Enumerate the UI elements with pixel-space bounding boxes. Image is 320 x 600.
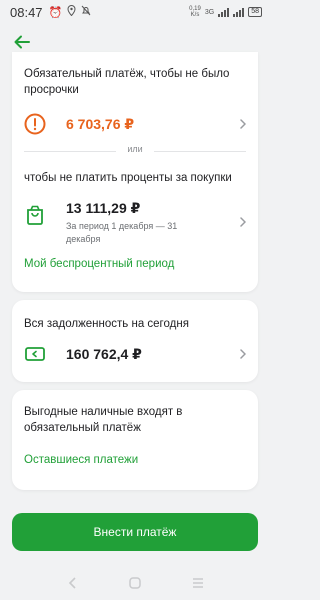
chevron-right-icon bbox=[240, 349, 246, 359]
signal-icon-2 bbox=[233, 7, 245, 17]
mandatory-payment-text: Обязательный платёж, чтобы не было проср… bbox=[24, 68, 230, 96]
payment-options-card: Обязательный платёж, чтобы не было проср… bbox=[12, 52, 258, 292]
card-icon bbox=[24, 343, 46, 365]
chevron-right-icon bbox=[240, 119, 246, 129]
cash-withdrawal-card: Выгодные наличные входят в обязательный … bbox=[12, 390, 258, 490]
total-debt-amount: 160 762,4 ₽ bbox=[66, 345, 142, 362]
total-debt-label: Вся задолженность на сегодня bbox=[24, 318, 189, 330]
nav-home-icon bbox=[129, 577, 141, 589]
mandatory-payment-row[interactable]: 6 703,76 ₽ bbox=[12, 104, 258, 144]
divider-right bbox=[154, 151, 246, 152]
warning-icon bbox=[24, 113, 46, 135]
nav-back-icon bbox=[68, 577, 76, 589]
or-divider-label: или bbox=[127, 144, 143, 154]
status-bar: 08:47 ⏰ 0,19 K/s 3G 58 bbox=[0, 0, 270, 24]
arrow-left-icon bbox=[14, 35, 30, 49]
interest-free-text: чтобы не платить проценты за покупки bbox=[24, 172, 232, 184]
signal-icon bbox=[218, 7, 230, 17]
nav-back-button[interactable] bbox=[62, 573, 82, 593]
mandatory-payment-amount: 6 703,76 ₽ bbox=[66, 115, 135, 132]
remaining-payments-link[interactable]: Оставшиеся платежи bbox=[24, 454, 138, 466]
total-debt-card: Вся задолженность на сегодня 160 762,4 ₽ bbox=[12, 300, 258, 382]
back-button[interactable] bbox=[10, 30, 34, 54]
make-payment-button[interactable]: Внести платёж bbox=[12, 513, 258, 551]
cash-info-text: Выгодные наличные входят в обязательный … bbox=[24, 406, 183, 434]
shopping-bag-icon bbox=[24, 204, 46, 226]
total-debt-row[interactable]: 160 762,4 ₽ bbox=[12, 334, 258, 374]
nav-menu-icon bbox=[193, 578, 204, 588]
interest-period-text: За период 1 декабря — 31 декабря bbox=[66, 221, 178, 244]
battery-indicator: 58 bbox=[248, 7, 262, 17]
chevron-right-icon bbox=[240, 217, 246, 227]
location-icon bbox=[67, 4, 76, 19]
nav-home-button[interactable] bbox=[125, 573, 145, 593]
interest-free-amount: 13 111,29 ₽ bbox=[66, 200, 141, 216]
network-speed: 0,19 K/s bbox=[189, 6, 201, 18]
nav-menu-button[interactable] bbox=[188, 573, 208, 593]
grace-period-link[interactable]: Мой беспроцентный период bbox=[24, 258, 174, 270]
interest-free-payment-row[interactable]: 13 111,29 ₽ За период 1 декабря — 31 дек… bbox=[12, 196, 258, 248]
notifications-off-icon bbox=[81, 5, 91, 19]
network-type: 3G bbox=[204, 8, 215, 16]
status-time: 08:47 bbox=[10, 4, 43, 20]
system-nav-bar bbox=[0, 566, 270, 600]
alarm-icon: ⏰ bbox=[48, 6, 63, 19]
